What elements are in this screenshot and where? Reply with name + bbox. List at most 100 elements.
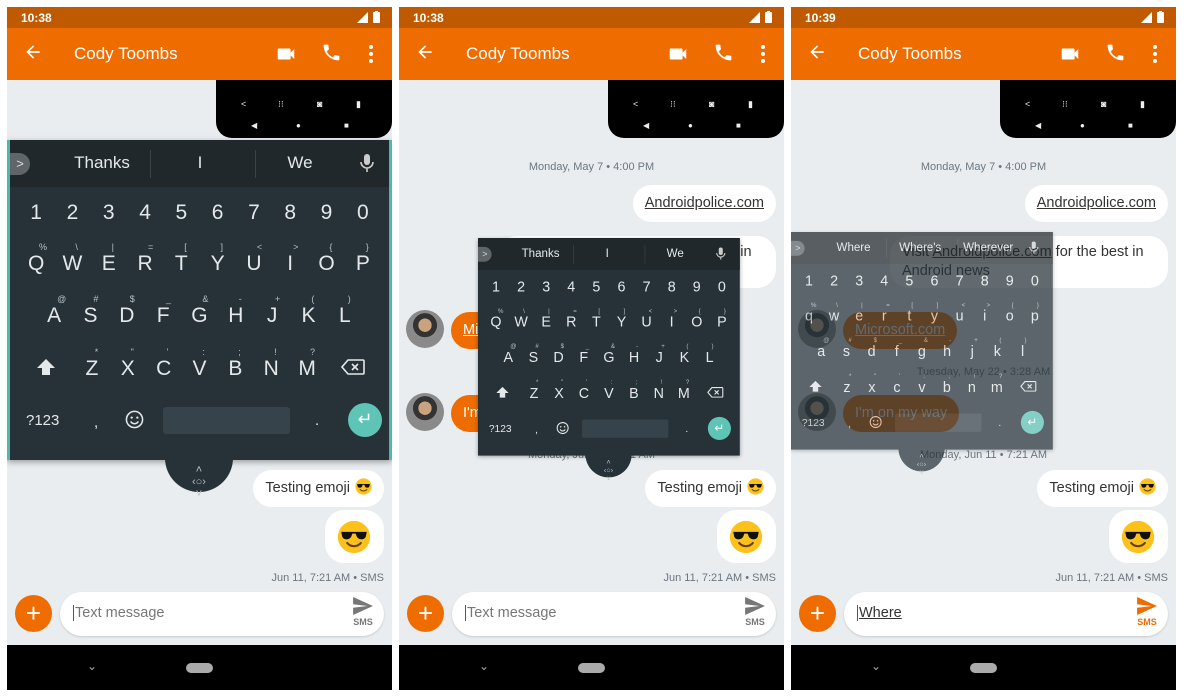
enter-key[interactable]: ↵ <box>1020 410 1044 434</box>
key-w[interactable]: W \ <box>54 242 90 276</box>
battery-saver-icon[interactable]: ▮ <box>1140 99 1145 110</box>
suggestion-2[interactable]: I <box>150 153 250 173</box>
period-key[interactable]: . <box>685 423 688 435</box>
key-a[interactable]: A @ <box>36 294 72 328</box>
key-u[interactable]: U < <box>236 242 272 276</box>
attach-button[interactable]: + <box>15 595 52 632</box>
backspace-key[interactable] <box>1009 380 1047 396</box>
key-t[interactable]: T[ <box>897 301 922 324</box>
key-x[interactable]: X " <box>110 347 146 381</box>
key-h[interactable]: H- <box>621 343 646 366</box>
key-h[interactable]: H- <box>218 294 254 328</box>
keyboard-move-handle[interactable]: ˄ ‹○› ˅ <box>898 448 945 477</box>
more-options-icon[interactable] <box>1152 44 1158 69</box>
shift-key[interactable] <box>796 380 834 396</box>
key-j[interactable]: J + <box>254 294 290 328</box>
home-icon[interactable]: ● <box>1080 121 1085 130</box>
key-z[interactable]: Z * <box>835 373 860 396</box>
key-o[interactable]: O{ <box>997 301 1022 324</box>
key-1[interactable]: 1 <box>18 201 54 225</box>
key-i[interactable]: I > <box>659 307 684 330</box>
key-c[interactable]: C ' <box>146 347 182 381</box>
key-i[interactable]: I > <box>272 242 308 276</box>
key-1[interactable]: 1 <box>796 273 821 289</box>
key-7[interactable]: 7 <box>947 273 972 289</box>
key-h[interactable]: H- <box>934 337 959 360</box>
home-icon[interactable]: ● <box>688 121 693 130</box>
key-c[interactable]: C ' <box>571 379 596 402</box>
key-6[interactable]: 6 <box>609 279 634 295</box>
expand-toolbar-icon[interactable]: > <box>478 246 492 262</box>
home-pill[interactable] <box>578 663 605 673</box>
key-b[interactable]: B; <box>217 347 253 381</box>
key-e[interactable]: E | <box>847 301 872 324</box>
emoji-key[interactable] <box>125 410 144 433</box>
suggestion-3[interactable]: We <box>250 153 350 173</box>
video-call-icon[interactable] <box>667 43 689 70</box>
key-e[interactable]: E | <box>91 242 127 276</box>
back-icon[interactable]: ◀ <box>251 121 257 130</box>
shift-key[interactable] <box>18 357 74 381</box>
key-f[interactable]: F _ <box>884 337 909 360</box>
key-v[interactable]: V: <box>182 347 218 381</box>
key-t[interactable]: T[ <box>584 307 609 330</box>
message-input[interactable]: Text message <box>465 605 556 621</box>
key-s[interactable]: S # <box>834 337 859 360</box>
key-m[interactable]: M? <box>289 347 325 381</box>
key-l[interactable]: L) <box>327 294 363 328</box>
key-1[interactable]: 1 <box>483 279 508 295</box>
send-sms-button[interactable]: SMS <box>1136 597 1158 627</box>
back-icon[interactable]: ◀ <box>643 121 649 130</box>
key-n[interactable]: N! <box>253 347 289 381</box>
message-link[interactable]: Androidpolice.com <box>645 195 764 211</box>
key-4[interactable]: 4 <box>872 273 897 289</box>
key-t[interactable]: T[ <box>163 242 199 276</box>
key-l[interactable]: L) <box>1010 337 1035 360</box>
key-d[interactable]: D $ <box>109 294 145 328</box>
period-key[interactable]: . <box>315 412 319 429</box>
attach-button[interactable]: + <box>407 595 444 632</box>
suggestion-3[interactable]: We <box>641 247 709 261</box>
enter-key[interactable]: ↵ <box>348 403 382 437</box>
screenshot-icon[interactable]: ◙ <box>1101 99 1106 109</box>
key-c[interactable]: C ' <box>884 373 909 396</box>
key-x[interactable]: X " <box>859 373 884 396</box>
key-o[interactable]: O{ <box>308 242 344 276</box>
compose-box[interactable]: Where SMS <box>844 592 1168 636</box>
key-a[interactable]: A @ <box>809 337 834 360</box>
symbols-key[interactable]: ?123 <box>26 412 59 429</box>
phone-call-icon[interactable] <box>713 42 734 68</box>
space-bar[interactable] <box>163 407 290 434</box>
home-pill[interactable] <box>186 663 213 673</box>
key-s[interactable]: S # <box>72 294 108 328</box>
key-3[interactable]: 3 <box>847 273 872 289</box>
share-icon[interactable]: < <box>1025 99 1030 109</box>
battery-saver-icon[interactable]: ▮ <box>356 99 361 110</box>
grid-icon[interactable]: ⁝⁝ <box>278 99 284 110</box>
grid-icon[interactable]: ⁝⁝ <box>1062 99 1068 110</box>
compose-box[interactable]: Text message SMS <box>60 592 384 636</box>
share-icon[interactable]: < <box>633 99 638 109</box>
hide-keyboard-icon[interactable]: ⌄ <box>87 659 97 673</box>
keyboard-move-handle[interactable]: ˄ ‹○› ˅ <box>585 454 632 483</box>
key-6[interactable]: 6 <box>199 201 235 225</box>
key-u[interactable]: U < <box>947 301 972 324</box>
space-bar[interactable] <box>582 419 669 438</box>
share-icon[interactable]: < <box>241 99 246 109</box>
video-call-icon[interactable] <box>1059 43 1081 70</box>
key-q[interactable]: Q% <box>483 307 508 330</box>
key-e[interactable]: E | <box>534 307 559 330</box>
key-n[interactable]: N! <box>959 373 984 396</box>
period-key[interactable]: . <box>998 417 1001 429</box>
key-s[interactable]: S # <box>521 343 546 366</box>
key-d[interactable]: D $ <box>859 337 884 360</box>
comma-key[interactable]: , <box>94 414 98 431</box>
key-z[interactable]: Z * <box>74 347 110 381</box>
key-r[interactable]: R = <box>127 242 163 276</box>
space-bar[interactable] <box>895 413 982 432</box>
more-options-icon[interactable] <box>760 44 766 69</box>
key-w[interactable]: W \ <box>509 307 534 330</box>
expand-toolbar-icon[interactable]: > <box>10 153 30 175</box>
key-2[interactable]: 2 <box>509 279 534 295</box>
key-z[interactable]: Z * <box>522 379 547 402</box>
